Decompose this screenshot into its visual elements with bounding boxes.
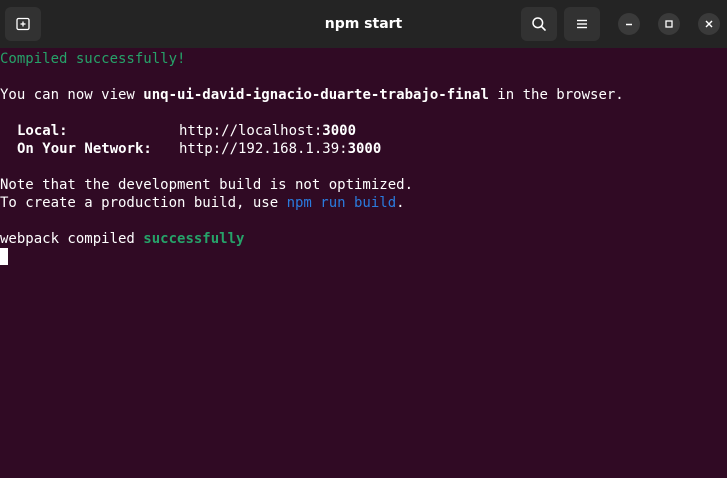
- production-command: npm run build: [286, 195, 397, 211]
- local-url[interactable]: http://localhost:3000: [179, 122, 356, 140]
- title-bar: npm start: [0, 0, 727, 48]
- hamburger-menu-icon: [577, 19, 587, 29]
- terminal-output[interactable]: Compiled successfully! You can now view …: [0, 48, 727, 478]
- network-port: 3000: [347, 141, 382, 157]
- view-suffix: in the browser.: [488, 87, 624, 103]
- maximize-button[interactable]: [658, 13, 680, 35]
- view-prefix: You can now view: [0, 87, 144, 103]
- view-line: You can now view unq-ui-david-ignacio-du…: [0, 86, 624, 104]
- webpack-status: successfully: [143, 231, 245, 247]
- network-url-prefix: http://192.168.1.39:: [179, 141, 348, 157]
- production-prefix: To create a production build, use: [0, 195, 287, 211]
- network-url[interactable]: http://192.168.1.39:3000: [179, 140, 381, 158]
- local-url-prefix: http://localhost:: [179, 123, 323, 139]
- webpack-line: webpack compiled successfully: [0, 230, 244, 248]
- production-build-line: To create a production build, use npm ru…: [0, 194, 405, 212]
- terminal-window: npm start Compiled successfully! You can…: [0, 0, 727, 478]
- minimize-button[interactable]: [618, 13, 640, 35]
- note-line: Note that the development build is not o…: [0, 177, 414, 193]
- close-icon: [705, 20, 713, 28]
- app-name: unq-ui-david-ignacio-duarte-trabajo-fina…: [143, 87, 489, 103]
- local-label: Local:: [17, 123, 68, 139]
- search-icon: [532, 17, 546, 31]
- text-cursor: [0, 248, 8, 265]
- minimize-icon: [626, 23, 632, 26]
- local-port: 3000: [322, 123, 357, 139]
- menu-button[interactable]: [564, 7, 600, 41]
- production-suffix: .: [396, 195, 405, 211]
- network-label: On Your Network:: [17, 141, 152, 157]
- close-button[interactable]: [698, 13, 720, 35]
- webpack-prefix: webpack compiled: [0, 231, 144, 247]
- search-button[interactable]: [521, 7, 557, 41]
- compiled-message: Compiled successfully!: [0, 51, 186, 67]
- maximize-icon: [665, 20, 673, 28]
